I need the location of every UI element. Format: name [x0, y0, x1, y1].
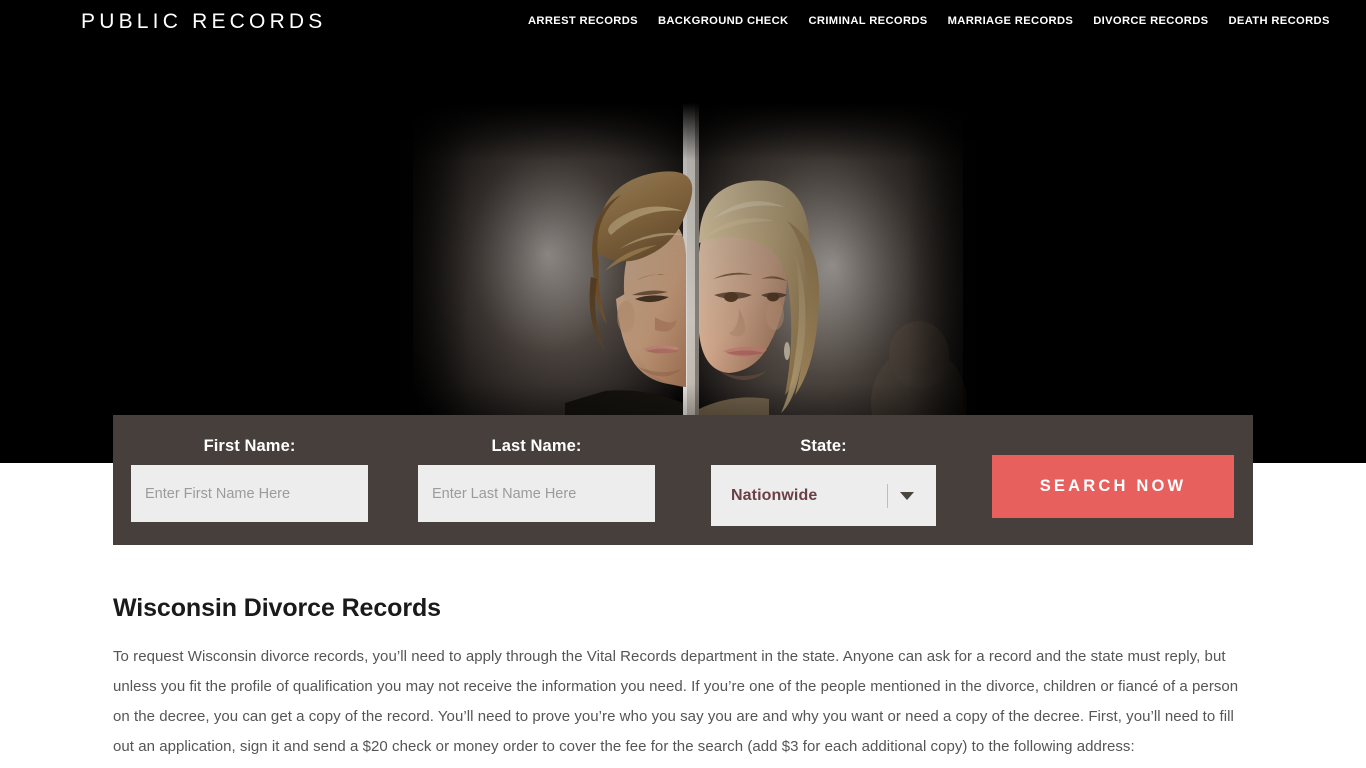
search-now-button[interactable]: SEARCH NOW	[992, 455, 1234, 518]
hero-section	[0, 0, 1366, 463]
nav-item-death-records[interactable]: DEATH RECORDS	[1218, 14, 1329, 29]
nav-item-criminal-records[interactable]: CRIMINAL RECORDS	[798, 14, 937, 29]
article-section: Wisconsin Divorce Records To request Wis…	[113, 592, 1243, 762]
state-field-group: State: Nationwide	[711, 435, 936, 526]
last-name-input[interactable]	[418, 465, 655, 522]
hero-image	[383, 103, 993, 463]
last-name-field-group: Last Name:	[418, 435, 655, 522]
main-nav: ARREST RECORDS BACKGROUND CHECK CRIMINAL…	[528, 14, 1330, 29]
first-name-label: First Name:	[203, 437, 296, 455]
page-root: PUBLIC RECORDS ARREST RECORDS BACKGROUND…	[0, 0, 1366, 768]
article-paragraph: To request Wisconsin divorce records, yo…	[113, 648, 1239, 755]
nav-item-background-check[interactable]: BACKGROUND CHECK	[648, 14, 799, 29]
site-header: PUBLIC RECORDS ARREST RECORDS BACKGROUND…	[0, 0, 1366, 44]
nav-item-arrest-records[interactable]: ARREST RECORDS	[528, 14, 648, 29]
state-select[interactable]: Nationwide	[711, 465, 936, 526]
select-divider	[887, 483, 888, 508]
nav-item-divorce-records[interactable]: DIVORCE RECORDS	[1083, 14, 1218, 29]
state-label: State:	[800, 437, 847, 455]
nav-item-marriage-records[interactable]: MARRIAGE RECORDS	[938, 14, 1084, 29]
first-name-input[interactable]	[131, 465, 368, 522]
chevron-down-icon	[900, 491, 914, 500]
last-name-label: Last Name:	[491, 437, 582, 455]
search-form: First Name: Last Name: State: Nationwide…	[113, 415, 1253, 545]
site-logo[interactable]: PUBLIC RECORDS	[81, 9, 327, 35]
state-select-value: Nationwide	[731, 486, 818, 504]
first-name-field-group: First Name:	[131, 435, 368, 522]
page-title: Wisconsin Divorce Records	[113, 594, 441, 622]
